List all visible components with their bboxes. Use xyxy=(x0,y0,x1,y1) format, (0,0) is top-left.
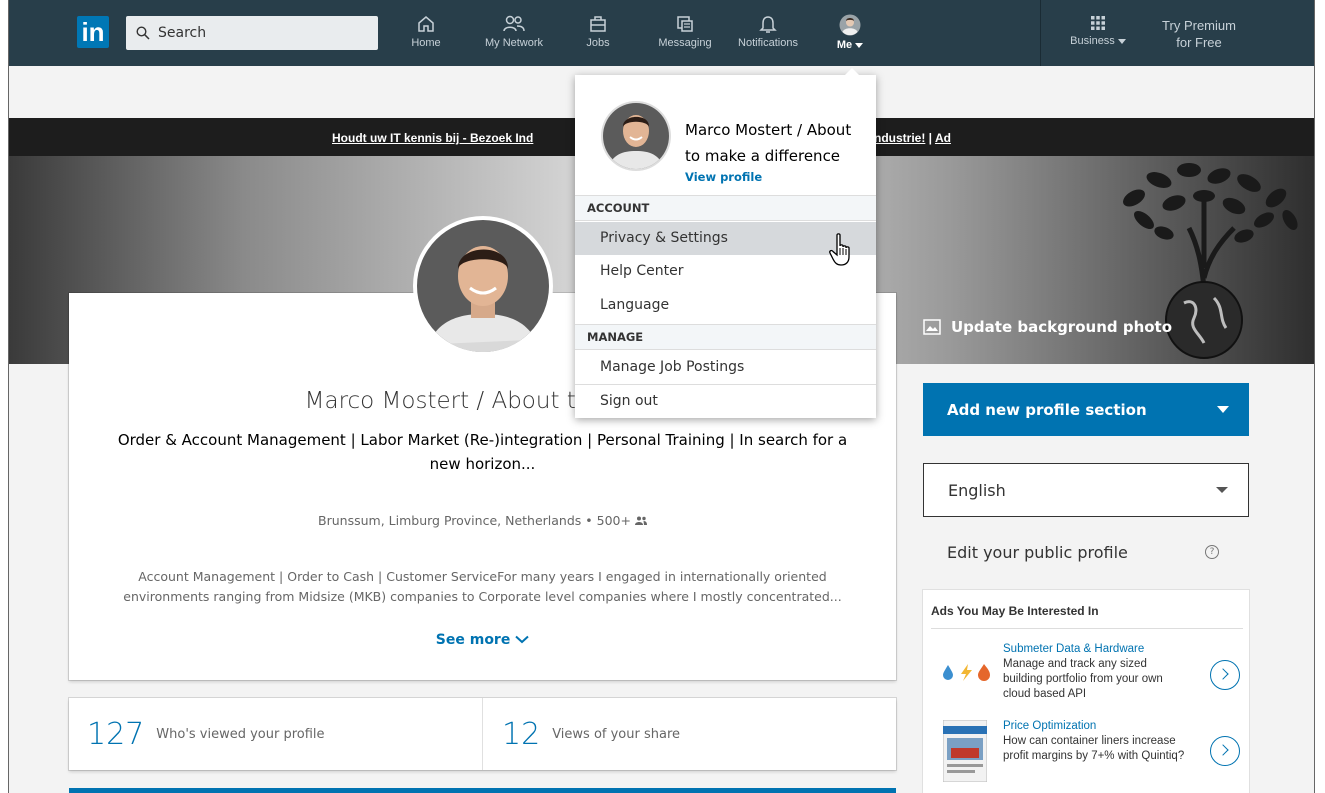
ad-item-1[interactable]: Submeter Data & Hardware Manage and trac… xyxy=(1003,642,1188,702)
menu-avatar[interactable] xyxy=(601,99,671,177)
global-nav: in Home My Network Jobs Messaging Notifi… xyxy=(9,0,1314,66)
profile-headline: Order & Account Management | Labor Marke… xyxy=(117,431,848,473)
update-background-button[interactable]: Update background photo xyxy=(923,318,1172,336)
profile-location: Brunssum, Limburg Province, Netherlands xyxy=(318,513,582,528)
ad-brochure-thumbnail xyxy=(943,720,987,782)
ad-item-1-title[interactable]: Submeter Data & Hardware xyxy=(1003,642,1188,657)
grid-icon xyxy=(1091,16,1105,30)
nav-my-network[interactable]: My Network xyxy=(477,14,551,60)
language-value: English xyxy=(948,480,1006,500)
nav-me[interactable]: Me xyxy=(833,14,867,60)
search-input[interactable] xyxy=(158,25,358,41)
nav-home-label: Home xyxy=(411,37,441,49)
utilities-drops-icon xyxy=(943,664,990,681)
ads-divider xyxy=(931,628,1243,629)
search-icon xyxy=(136,26,150,40)
premium-line-2: for Free xyxy=(1176,35,1222,50)
bell-icon xyxy=(759,16,777,33)
browser-frame: in Home My Network Jobs Messaging Notifi… xyxy=(8,0,1315,793)
add-profile-section-button[interactable]: Add new profile section xyxy=(923,383,1249,436)
profile-stats-card: 127 Who's viewed your profile 12 Views o… xyxy=(69,698,896,770)
messaging-icon xyxy=(677,16,693,32)
ad-item-2-body: How can container liners increase profit… xyxy=(1003,735,1185,762)
linkedin-logo[interactable]: in xyxy=(77,16,109,48)
share-views-count: 12 xyxy=(502,716,541,752)
menu-item-sign-out[interactable]: Sign out xyxy=(575,385,876,418)
connections-count[interactable]: 500+ xyxy=(597,513,631,528)
share-views-stat[interactable]: 12 Views of your share xyxy=(502,698,680,770)
nav-jobs[interactable]: Jobs xyxy=(583,14,613,60)
nav-business-label: Business xyxy=(1070,35,1115,47)
profile-views-stat[interactable]: 127 Who's viewed your profile xyxy=(87,698,325,770)
nav-messaging[interactable]: Messaging xyxy=(651,14,719,60)
profile-views-label: Who's viewed your profile xyxy=(156,726,325,742)
network-icon xyxy=(503,15,525,32)
chevron-down-icon xyxy=(1117,38,1126,44)
nav-home[interactable]: Home xyxy=(409,14,443,60)
image-icon xyxy=(923,319,941,335)
nav-notifications-label: Notifications xyxy=(738,37,798,49)
ad-item-2[interactable]: Price Optimization How can container lin… xyxy=(1003,719,1188,764)
chevron-down-icon xyxy=(515,635,529,644)
caret-down-icon xyxy=(1217,406,1229,413)
nav-messaging-label: Messaging xyxy=(658,37,712,49)
see-more-button[interactable]: See more xyxy=(69,632,896,648)
ad-item-2-title[interactable]: Price Optimization xyxy=(1003,719,1188,734)
premium-line-1: Try Premium xyxy=(1162,18,1236,33)
next-card-edge xyxy=(69,788,896,793)
connections-icon xyxy=(634,516,647,525)
ad-item-1-arrow-button[interactable] xyxy=(1210,660,1240,690)
profile-views-count: 127 xyxy=(87,716,145,752)
ad-label: Ad xyxy=(934,131,951,145)
update-background-label: Update background photo xyxy=(951,318,1173,336)
avatar xyxy=(839,14,861,36)
briefcase-icon xyxy=(590,16,606,32)
menu-profile-name: Marco Mostert / About to make a differen… xyxy=(685,121,852,165)
see-more-label: See more xyxy=(435,632,511,648)
nav-jobs-label: Jobs xyxy=(586,37,610,49)
separator-dot: • xyxy=(585,513,597,528)
help-icon[interactable]: ? xyxy=(1205,545,1219,559)
ad-separator: | xyxy=(925,131,935,145)
ad-banner-link[interactable]: Houdt uw IT kennis bij - Bezoek Ind xyxy=(332,131,533,145)
chevron-down-icon xyxy=(855,42,864,48)
language-select[interactable]: English xyxy=(923,463,1249,517)
hand-cursor-icon xyxy=(829,233,850,266)
search-box[interactable] xyxy=(126,16,378,50)
account-section-header: ACCOUNT xyxy=(575,195,876,221)
stats-divider xyxy=(482,698,483,770)
nav-me-label: Me xyxy=(836,39,853,51)
manage-section-header: MANAGE xyxy=(575,324,876,350)
profile-location-line: Brunssum, Limburg Province, Netherlands … xyxy=(69,513,896,528)
menu-item-manage-job-postings[interactable]: Manage Job Postings xyxy=(575,351,876,384)
profile-photo[interactable] xyxy=(413,214,553,366)
nav-my-network-label: My Network xyxy=(484,37,544,49)
home-icon xyxy=(418,16,434,32)
edit-public-profile-link[interactable]: Edit your public profile xyxy=(947,543,1128,562)
ads-panel: Ads You May Be Interested In Submeter Da… xyxy=(923,590,1249,793)
ad-item-1-body: Manage and track any sized building port… xyxy=(1003,658,1163,700)
add-profile-section-label: Add new profile section xyxy=(947,400,1147,419)
nav-divider xyxy=(1040,0,1041,66)
ads-panel-title: Ads You May Be Interested In xyxy=(931,604,1099,618)
caret-down-icon xyxy=(1216,487,1228,493)
share-views-label: Views of your share xyxy=(552,726,681,742)
nav-notifications[interactable]: Notifications xyxy=(730,14,806,60)
menu-pointer xyxy=(845,68,859,75)
view-profile-link[interactable]: View profile xyxy=(685,170,762,184)
nav-business[interactable]: Business xyxy=(1066,14,1130,60)
try-premium-link[interactable]: Try Premium for Free xyxy=(1149,17,1249,51)
ad-item-2-arrow-button[interactable] xyxy=(1210,736,1240,766)
profile-summary: Account Management | Order to Cash | Cus… xyxy=(123,569,842,604)
menu-item-language[interactable]: Language xyxy=(575,289,876,322)
